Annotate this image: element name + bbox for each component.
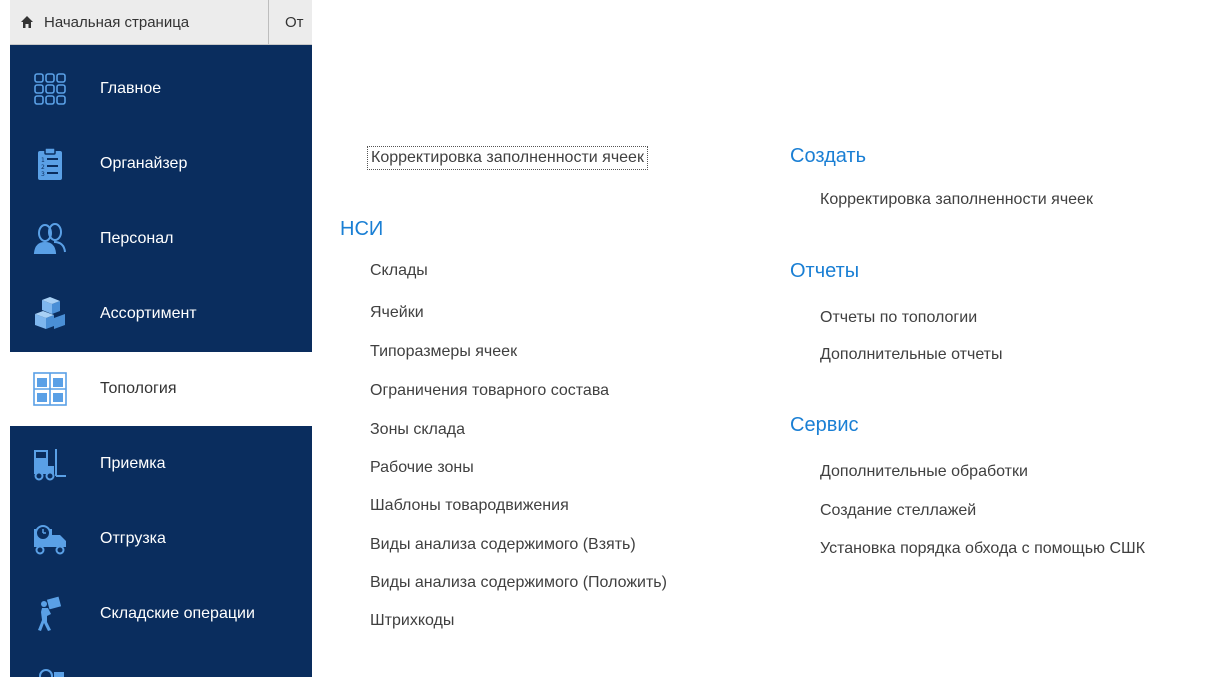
sidebar-item-label: Персонал: [100, 230, 174, 247]
sidebar-item-label: Органайзер: [100, 155, 188, 172]
tab-bar: Начальная страница От: [10, 0, 312, 45]
section-heading-service: Сервис: [790, 414, 859, 436]
nsi-link-product-restrictions[interactable]: Ограничения товарного состава: [370, 382, 609, 400]
nsi-link-analysis-put[interactable]: Виды анализа содержимого (Положить): [370, 574, 667, 592]
sidebar-item-label: Приемка: [100, 455, 166, 472]
nsi-link-movement-templates[interactable]: Шаблоны товародвижения: [370, 497, 569, 515]
worker-carry-icon: [38, 596, 62, 631]
home-icon: [21, 16, 33, 28]
sidebar-item-main[interactable]: Главное: [10, 52, 312, 126]
sidebar-item-label: Ассортимент: [100, 305, 197, 322]
svg-text:2: 2: [41, 164, 45, 171]
sidebar-item-partial[interactable]: [10, 652, 312, 677]
sidebar-item-label: Топология: [100, 380, 177, 397]
sidebar-item-receiving[interactable]: Приемка: [10, 427, 312, 501]
nsi-link-work-zones[interactable]: Рабочие зоны: [370, 459, 474, 477]
sidebar-item-assortment[interactable]: Ассортимент: [10, 277, 312, 351]
nsi-link-analysis-take[interactable]: Виды анализа содержимого (Взять): [370, 536, 636, 554]
sidebar-item-label: Складские операции: [100, 605, 255, 622]
service-link-create-racks[interactable]: Создание стеллажей: [820, 502, 976, 520]
tab-next-label: От: [285, 13, 304, 31]
shelving-icon: [33, 372, 67, 406]
grid-icon: [34, 73, 66, 105]
forklift-icon: [34, 449, 66, 481]
service-link-additional-processing[interactable]: Дополнительные обработки: [820, 463, 1028, 481]
sidebar-item-warehouse-operations[interactable]: Складские операции: [10, 577, 312, 651]
sidebar-item-personnel[interactable]: Персонал: [10, 202, 312, 276]
nsi-link-cell-sizes[interactable]: Типоразмеры ячеек: [370, 343, 517, 361]
cut-off-icon: [39, 669, 64, 677]
create-link-cell-fill-correction[interactable]: Корректировка заполненности ячеек: [820, 191, 1093, 209]
top-link-cell-fill-correction[interactable]: Корректировка заполненности ячеек: [367, 146, 648, 170]
nsi-link-warehouse-zones[interactable]: Зоны склада: [370, 421, 465, 439]
section-heading-nsi: НСИ: [340, 218, 384, 240]
sidebar-item-organizer[interactable]: 1 2 3 Органайзер: [10, 127, 312, 201]
reports-link-additional[interactable]: Дополнительные отчеты: [820, 346, 1003, 364]
nsi-link-warehouses[interactable]: Склады: [370, 262, 428, 280]
sidebar-item-label: Отгрузка: [100, 530, 166, 547]
svg-text:1: 1: [41, 157, 45, 164]
sidebar-item-shipping[interactable]: Отгрузка: [10, 502, 312, 576]
tab-next[interactable]: От: [269, 0, 312, 44]
service-link-walk-order[interactable]: Установка порядка обхода с помощью СШК: [820, 540, 1145, 558]
nsi-link-barcodes[interactable]: Штрихкоды: [370, 612, 454, 630]
nsi-link-cells[interactable]: Ячейки: [370, 304, 424, 322]
sidebar-item-topology[interactable]: Топология: [10, 352, 312, 426]
people-icon: [33, 223, 66, 254]
boxes-icon: [35, 297, 65, 329]
tab-home-label: Начальная страница: [44, 13, 190, 31]
reports-link-topology[interactable]: Отчеты по топологии: [820, 309, 977, 327]
clipboard-list-icon: 1 2 3: [38, 147, 62, 180]
sidebar-item-label: Главное: [100, 80, 162, 97]
section-heading-create: Создать: [790, 145, 867, 167]
truck-clock-icon: [34, 525, 66, 555]
sidebar: Главное 1 2 3 Органайзер Персонал Ассорт…: [10, 45, 312, 677]
svg-text:3: 3: [41, 171, 45, 178]
tab-home[interactable]: Начальная страница: [10, 0, 269, 44]
section-heading-reports: Отчеты: [790, 260, 860, 282]
